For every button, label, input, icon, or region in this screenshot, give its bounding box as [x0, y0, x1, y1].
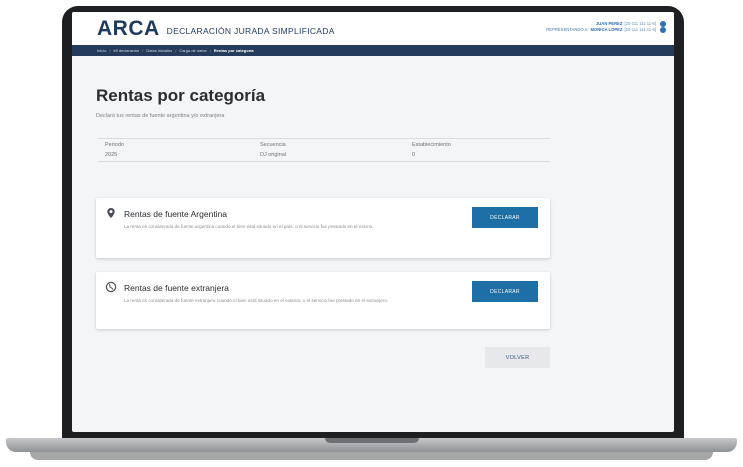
- breadcrumb-separator: /: [175, 48, 177, 53]
- establecimiento-value: 0: [412, 152, 416, 158]
- switch-user-icon[interactable]: [660, 27, 666, 33]
- breadcrumb-current: Rentas por categoría: [213, 48, 254, 53]
- card-description: La renta es considerada de fuente argent…: [124, 224, 374, 229]
- establecimiento-label: Establecimiento: [412, 142, 451, 148]
- laptop-notch: [325, 438, 419, 443]
- laptop-screen: ARCA DECLARACIÓN JURADA SIMPLIFICADA JUA…: [72, 12, 674, 432]
- establecimiento-field: Establecimiento 0: [412, 142, 451, 158]
- periodo-label: Periodo: [105, 142, 124, 148]
- breadcrumb-datos-iniciales[interactable]: Datos iniciales: [146, 48, 172, 53]
- represented-line: REPRESENTANDO A: MONICA LOPEZ [20-111 11…: [546, 27, 666, 33]
- breadcrumb-separator: /: [209, 48, 211, 53]
- secuencia-field: Secuencia DJ original: [260, 142, 286, 158]
- user-info: JUAN PEREZ [20-111 111 11-6] REPRESENTAN…: [546, 21, 666, 33]
- card-rentas-argentina: Rentas de fuente Argentina La renta es c…: [96, 198, 550, 258]
- declaration-info: Periodo 2025 Secuencia DJ original Estab…: [98, 138, 550, 162]
- represented-cuit: [20-111 111 11-6]: [624, 27, 656, 32]
- breadcrumb: Inicio / Mi declaración / Datos iniciale…: [72, 45, 674, 56]
- represented-name: MONICA LOPEZ: [590, 27, 623, 32]
- card-rentas-extranjera: Rentas de fuente extranjera La renta es …: [96, 272, 550, 329]
- secuencia-value: DJ original: [260, 152, 286, 158]
- brand-logo[interactable]: ARCA: [97, 17, 160, 41]
- laptop-shadow: [30, 452, 713, 460]
- globe-icon: [105, 281, 117, 293]
- card-title: Rentas de fuente extranjera: [124, 283, 229, 293]
- periodo-value: 2025: [105, 152, 118, 158]
- secuencia-label: Secuencia: [260, 142, 286, 148]
- card-title: Rentas de fuente Argentina: [124, 209, 228, 219]
- page-subtitle: Declará tus rentas de fuente argentina y…: [96, 113, 225, 119]
- declarar-argentina-button[interactable]: DECLARAR: [472, 207, 538, 228]
- location-pin-icon: [107, 208, 115, 218]
- breadcrumb-inicio[interactable]: Inicio: [97, 48, 106, 53]
- volver-button[interactable]: VOLVER: [485, 347, 550, 368]
- breadcrumb-carga-de-datos[interactable]: Carga de datos: [179, 48, 206, 53]
- app-header: ARCA DECLARACIÓN JURADA SIMPLIFICADA JUA…: [72, 12, 674, 45]
- page-title: Rentas por categoría: [96, 86, 266, 105]
- represented-label: REPRESENTANDO A:: [546, 27, 589, 32]
- card-description: La renta es considerada de fuente extran…: [124, 298, 389, 303]
- breadcrumb-separator: /: [109, 48, 111, 53]
- periodo-field: Periodo 2025: [105, 142, 124, 158]
- breadcrumb-separator: /: [142, 48, 144, 53]
- declarar-extranjera-button[interactable]: DECLARAR: [472, 281, 538, 302]
- breadcrumb-mi-declaracion[interactable]: Mi declaración: [113, 48, 139, 53]
- app-title: DECLARACIÓN JURADA SIMPLIFICADA: [166, 25, 335, 36]
